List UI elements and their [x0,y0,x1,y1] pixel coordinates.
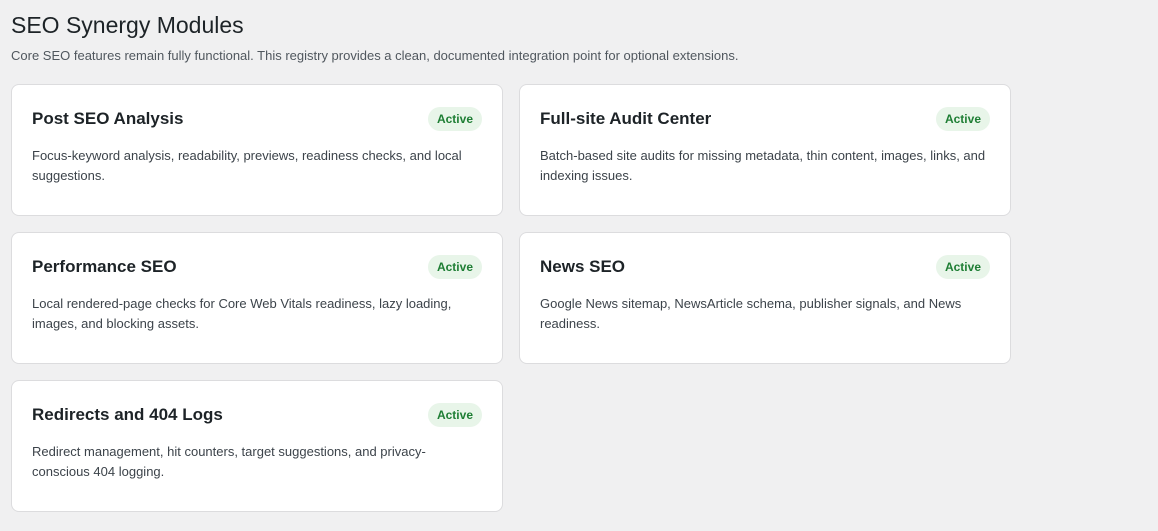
status-badge: Active [935,107,990,131]
module-card-redirects-and-404-logs: Redirects and 404 Logs Active Redirect m… [11,380,503,512]
module-card-header: Performance SEO Active [32,254,482,280]
module-card-performance-seo: Performance SEO Active Local rendered-pa… [11,232,503,364]
module-card-header: Post SEO Analysis Active [32,106,482,132]
page-title: SEO Synergy Modules [11,12,244,38]
status-badge: Active [427,255,482,279]
module-title: Performance SEO [32,257,177,276]
module-card-full-site-audit-center: Full-site Audit Center Active Batch-base… [519,84,1011,216]
module-card-header: News SEO Active [540,254,990,280]
module-card-news-seo: News SEO Active Google News sitemap, New… [519,232,1011,364]
module-title: Post SEO Analysis [32,109,184,128]
module-title: Redirects and 404 Logs [32,405,223,424]
module-card-header: Full-site Audit Center Active [540,106,990,132]
module-title: News SEO [540,257,626,276]
module-card-header: Redirects and 404 Logs Active [32,402,482,428]
status-badge: Active [427,107,482,131]
module-card-post-seo-analysis: Post SEO Analysis Active Focus-keyword a… [11,84,503,216]
status-badge: Active [427,403,482,427]
modules-page: SEO Synergy Modules Core SEO features re… [0,0,1158,531]
module-grid: Post SEO Analysis Active Focus-keyword a… [11,84,1011,512]
module-description: Local rendered-page checks for Core Web … [32,296,452,331]
module-title: Full-site Audit Center [540,109,712,128]
module-description: Redirect management, hit counters, targe… [32,444,426,479]
module-description: Focus-keyword analysis, readability, pre… [32,148,462,183]
page-description: Core SEO features remain fully functiona… [11,48,739,63]
module-description: Google News sitemap, NewsArticle schema,… [540,296,962,331]
status-badge: Active [935,255,990,279]
module-description: Batch-based site audits for missing meta… [540,148,986,183]
